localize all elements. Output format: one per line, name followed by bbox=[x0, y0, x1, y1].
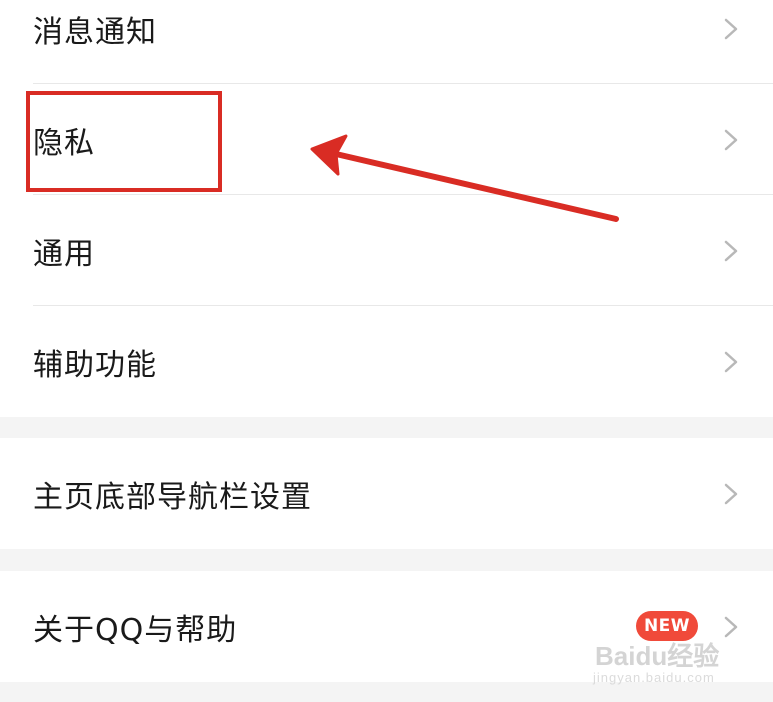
setting-item-general[interactable]: 通用 bbox=[0, 195, 773, 306]
watermark-url: jingyan.baidu.com bbox=[593, 670, 715, 685]
watermark-logo: Baidu经验 bbox=[595, 641, 720, 671]
setting-item-accessibility[interactable]: 辅助功能 bbox=[0, 306, 773, 417]
setting-item-label: 关于QQ与帮助 bbox=[33, 612, 238, 648]
settings-screen: 消息通知 隐私 通用 辅助功能 主页底部导航栏设置 关于QQ与帮助 NEW Ba… bbox=[0, 0, 773, 702]
chevron-right-icon bbox=[723, 17, 739, 41]
settings-group-1: 消息通知 隐私 通用 辅助功能 bbox=[0, 0, 773, 417]
settings-group-2: 主页底部导航栏设置 bbox=[0, 438, 773, 549]
setting-item-notifications[interactable]: 消息通知 bbox=[0, 0, 773, 84]
setting-item-label: 消息通知 bbox=[33, 14, 157, 50]
setting-item-label: 隐私 bbox=[33, 125, 95, 161]
chevron-right-icon bbox=[723, 615, 739, 639]
chevron-right-icon bbox=[723, 239, 739, 263]
chevron-right-icon bbox=[723, 350, 739, 374]
setting-item-label: 主页底部导航栏设置 bbox=[33, 479, 312, 515]
setting-item-bottom-nav[interactable]: 主页底部导航栏设置 bbox=[0, 438, 773, 549]
setting-item-label: 通用 bbox=[33, 236, 95, 272]
setting-item-privacy[interactable]: 隐私 bbox=[0, 84, 773, 195]
chevron-right-icon bbox=[723, 128, 739, 152]
setting-item-label: 辅助功能 bbox=[33, 347, 157, 383]
chevron-right-icon bbox=[723, 482, 739, 506]
